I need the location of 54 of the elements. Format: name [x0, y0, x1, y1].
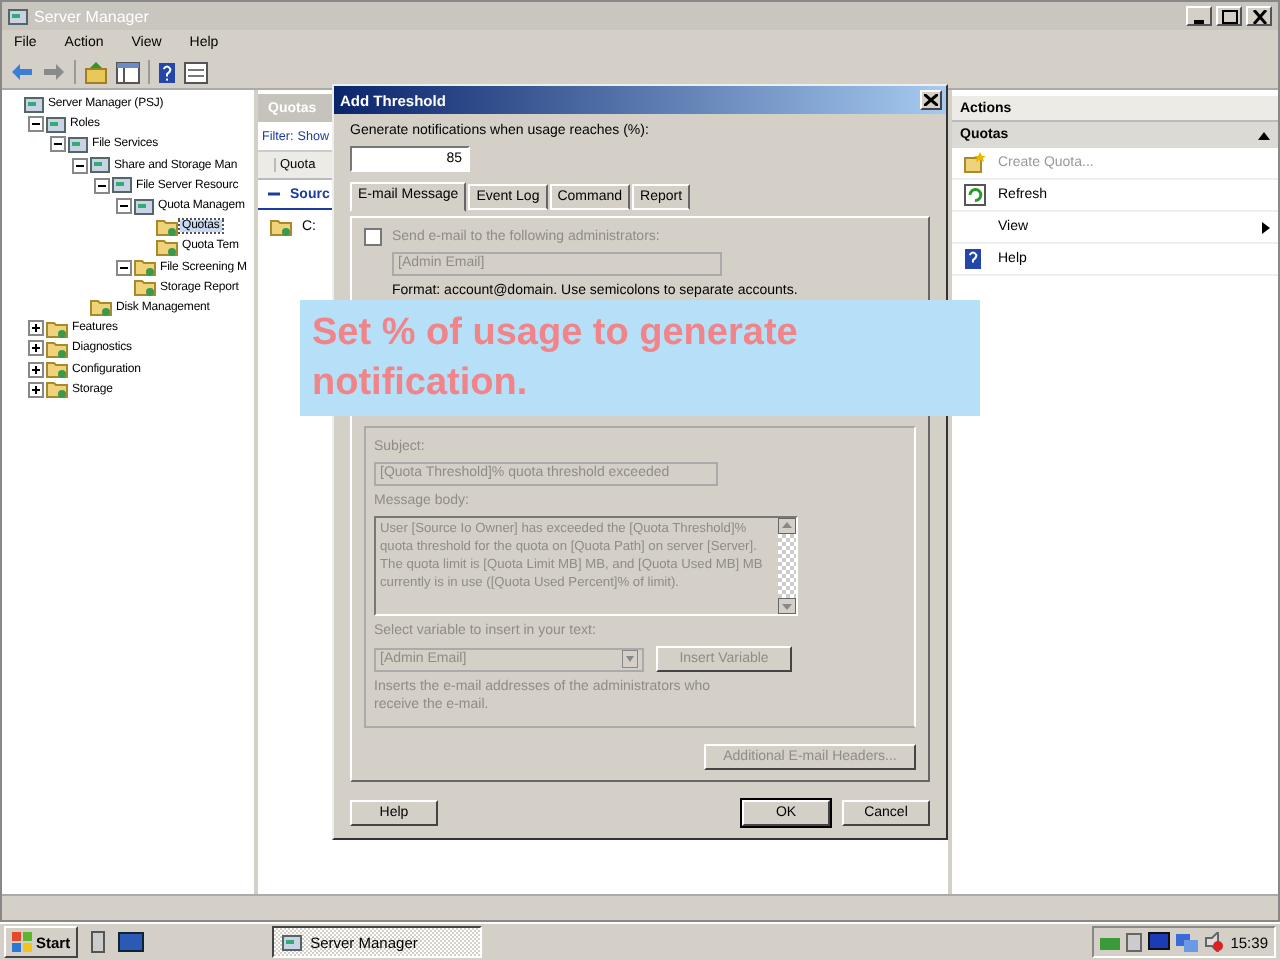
close-button[interactable]	[1246, 6, 1272, 26]
expand-toggle-icon[interactable]	[116, 198, 132, 215]
node-icon	[90, 156, 110, 175]
folder-icon	[46, 319, 68, 338]
close-button[interactable]	[920, 90, 942, 110]
refresh-icon	[964, 184, 986, 206]
folder-icon	[270, 217, 292, 235]
windows-logo-icon	[12, 932, 32, 952]
maximize-button[interactable]	[1216, 6, 1242, 26]
node-icon	[68, 135, 88, 154]
close-icon	[1251, 9, 1267, 23]
expand-toggle-icon[interactable]	[28, 340, 44, 357]
expand-toggle-icon[interactable]	[28, 361, 44, 378]
properties-icon[interactable]	[184, 61, 208, 83]
expand-toggle-icon[interactable]	[50, 136, 66, 153]
help-icon	[964, 248, 982, 270]
expand-toggle-icon[interactable]	[28, 381, 44, 398]
folder-icon	[156, 217, 178, 236]
callout-note: Set % of usage to generate notification.	[300, 300, 980, 416]
checkbox[interactable]	[364, 228, 382, 246]
speaker-muted-icon[interactable]	[1204, 932, 1225, 952]
node-icon	[112, 176, 132, 195]
node-icon	[46, 115, 66, 134]
collapse-arrow-icon[interactable]	[1258, 131, 1270, 139]
app-icon	[8, 7, 28, 25]
folder-icon	[46, 360, 68, 379]
folder-icon	[90, 298, 112, 317]
collapse-icon[interactable]	[268, 188, 280, 200]
folder-icon	[46, 339, 68, 358]
close-icon	[924, 94, 938, 106]
expand-toggle-icon[interactable]	[28, 320, 44, 337]
scroll-up-arrow-icon[interactable]	[778, 518, 796, 534]
expand-toggle-icon[interactable]	[72, 157, 88, 174]
expand-toggle-icon[interactable]	[94, 177, 110, 194]
panel-icon[interactable]	[116, 61, 140, 83]
app-icon	[282, 933, 303, 951]
scroll-down-arrow-icon[interactable]	[778, 598, 796, 614]
folder-icon	[134, 258, 156, 277]
new-folder-icon	[964, 152, 986, 174]
folder-icon	[46, 380, 68, 399]
node-icon	[134, 197, 154, 216]
folder-icon	[134, 278, 156, 297]
computer-icon	[24, 95, 44, 114]
desktop-icon[interactable]	[118, 931, 145, 953]
folder-icon	[156, 237, 178, 256]
maximize-icon	[1221, 9, 1237, 23]
monitor-icon[interactable]	[1148, 932, 1171, 952]
window-title: Server Manager	[34, 7, 149, 25]
expand-toggle-icon[interactable]	[28, 116, 44, 133]
minimize-button[interactable]	[1186, 6, 1212, 26]
expand-toggle-icon[interactable]	[116, 259, 132, 276]
help-icon[interactable]	[158, 61, 176, 83]
back-arrow-icon[interactable]	[10, 62, 34, 82]
scrollbar[interactable]	[778, 518, 796, 614]
